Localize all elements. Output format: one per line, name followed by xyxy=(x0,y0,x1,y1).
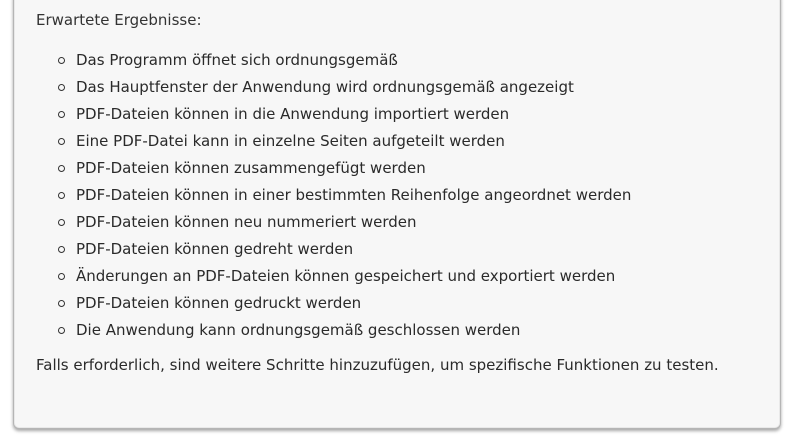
circle-bullet-icon xyxy=(58,300,65,307)
list-item-text: Das Hauptfenster der Anwendung wird ordn… xyxy=(76,78,574,96)
list-item: PDF-Dateien können in einer bestimmten R… xyxy=(14,182,631,209)
list-item-text: Änderungen an PDF-Dateien können gespeic… xyxy=(76,267,616,285)
expected-results-panel: Erwartete Ergebnisse: Das Programm öffne… xyxy=(13,0,781,429)
footer-note: Falls erforderlich, sind weitere Schritt… xyxy=(36,356,719,374)
list-item: PDF-Dateien können in die Anwendung impo… xyxy=(14,101,631,128)
expected-results-list: Das Programm öffnet sich ordnungsgemäß D… xyxy=(14,47,631,344)
circle-bullet-icon xyxy=(58,327,65,334)
list-item: PDF-Dateien können zusammengefügt werden xyxy=(14,155,631,182)
list-item-text: PDF-Dateien können in einer bestimmten R… xyxy=(76,186,632,204)
list-item: Das Hauptfenster der Anwendung wird ordn… xyxy=(14,74,631,101)
list-item-text: Eine PDF-Datei kann in einzelne Seiten a… xyxy=(76,132,505,150)
circle-bullet-icon xyxy=(58,57,65,64)
circle-bullet-icon xyxy=(58,246,65,253)
circle-bullet-icon xyxy=(58,165,65,172)
list-item-text: Das Programm öffnet sich ordnungsgemäß xyxy=(76,51,398,69)
circle-bullet-icon xyxy=(58,219,65,226)
list-item: Das Programm öffnet sich ordnungsgemäß xyxy=(14,47,631,74)
list-item: PDF-Dateien können neu nummeriert werden xyxy=(14,209,631,236)
list-item-text: PDF-Dateien können gedruckt werden xyxy=(76,294,362,312)
list-item-text: PDF-Dateien können neu nummeriert werden xyxy=(76,213,417,231)
list-item-text: PDF-Dateien können gedreht werden xyxy=(76,240,354,258)
list-item-text: PDF-Dateien können zusammengefügt werden xyxy=(76,159,426,177)
list-item: PDF-Dateien können gedreht werden xyxy=(14,236,631,263)
list-item-text: PDF-Dateien können in die Anwendung impo… xyxy=(76,105,510,123)
list-item: Eine PDF-Datei kann in einzelne Seiten a… xyxy=(14,128,631,155)
circle-bullet-icon xyxy=(58,273,65,280)
circle-bullet-icon xyxy=(58,138,65,145)
circle-bullet-icon xyxy=(58,192,65,199)
expected-results-heading: Erwartete Ergebnisse: xyxy=(36,11,202,29)
list-item: PDF-Dateien können gedruckt werden xyxy=(14,290,631,317)
circle-bullet-icon xyxy=(58,111,65,118)
list-item: Die Anwendung kann ordnungsgemäß geschlo… xyxy=(14,317,631,344)
circle-bullet-icon xyxy=(58,84,65,91)
list-item: Änderungen an PDF-Dateien können gespeic… xyxy=(14,263,631,290)
list-item-text: Die Anwendung kann ordnungsgemäß geschlo… xyxy=(76,321,521,339)
